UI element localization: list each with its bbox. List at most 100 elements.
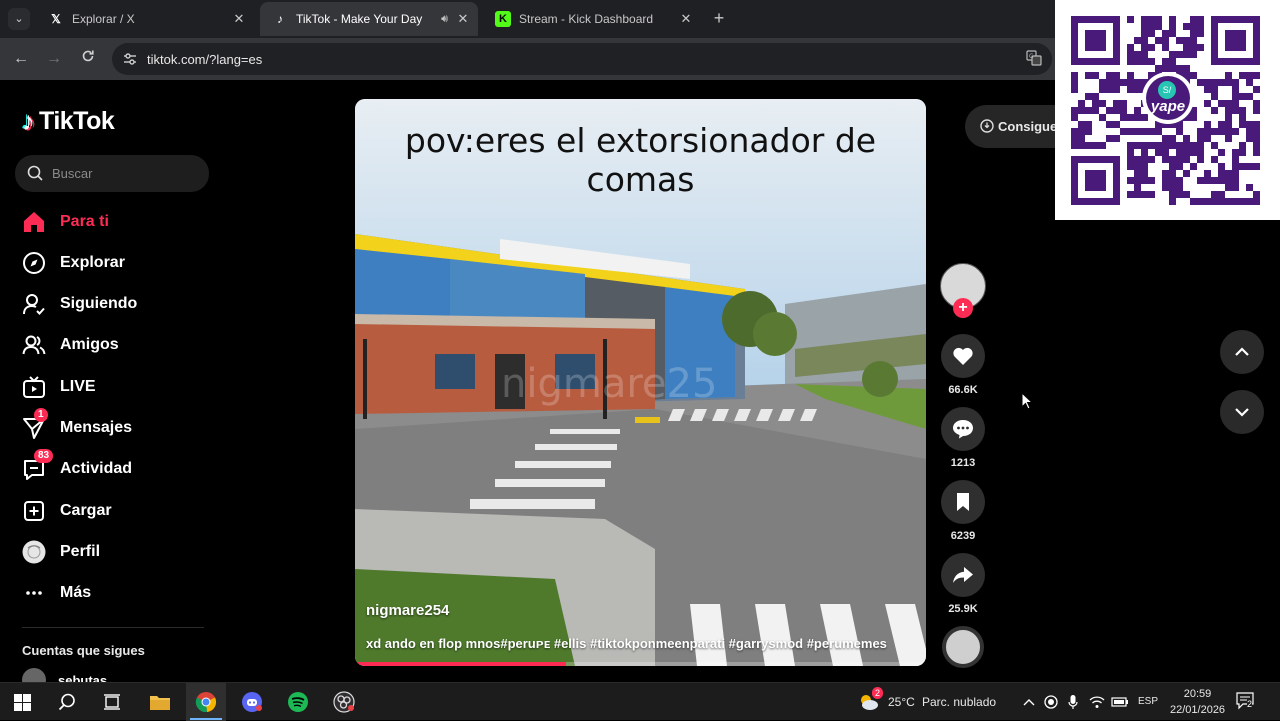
sidebar-item-amigos[interactable]: Amigos <box>22 331 119 359</box>
battery-icon[interactable] <box>1108 683 1132 721</box>
taskbar-chrome[interactable] <box>186 683 226 721</box>
system-clock[interactable]: 20:59 22/01/2026 <box>1170 686 1225 718</box>
address-bar[interactable]: tiktok.com/?lang=es G <box>112 43 1052 75</box>
comment-icon <box>941 407 985 451</box>
taskbar-file-explorer[interactable] <box>140 683 180 721</box>
windows-taskbar: 2 25°C Parc. nublado ESP 20:59 22/01/202… <box>0 682 1280 721</box>
weather-description[interactable]: Parc. nublado <box>922 683 996 721</box>
wifi-icon[interactable] <box>1086 683 1108 721</box>
sidebar-item-cargar[interactable]: Cargar <box>22 497 112 525</box>
sidebar-item-explorar[interactable]: Explorar <box>22 249 125 277</box>
get-app-label: Consigue <box>998 119 1058 134</box>
start-button[interactable] <box>2 683 42 721</box>
compass-icon <box>22 251 46 275</box>
task-view-icon <box>104 694 120 710</box>
taskbar-discord[interactable] <box>232 683 272 721</box>
kick-logo-icon: K <box>495 11 511 27</box>
sidebar-item-actividad[interactable]: 83 Actividad <box>22 449 132 483</box>
like-button[interactable]: 66.6K <box>941 334 985 396</box>
notification-count: 2 <box>1247 699 1253 709</box>
tab-title: Stream - Kick Dashboard <box>519 12 654 26</box>
chrome-icon <box>195 692 217 713</box>
reload-icon[interactable] <box>77 48 99 70</box>
sidebar-item-mas[interactable]: Más <box>22 579 91 607</box>
taskbar-search-button[interactable] <box>47 683 87 721</box>
following-section-title: Cuentas que sigues <box>22 643 145 658</box>
app-icon <box>980 119 994 133</box>
bookmark-icon <box>941 480 985 524</box>
taskbar-spotify[interactable] <box>278 683 318 721</box>
comment-count: 1213 <box>950 457 976 469</box>
forward-icon[interactable]: → <box>43 48 65 70</box>
obs-icon <box>333 691 355 713</box>
tab-title: TikTok - Make Your Day <box>296 12 423 26</box>
clock-date: 22/01/2026 <box>1170 704 1226 716</box>
taskbar-obs[interactable] <box>324 683 364 721</box>
notification-center-button[interactable]: 2 <box>1236 692 1256 715</box>
x-logo-icon: 𝕏 <box>51 12 61 26</box>
save-button[interactable]: 6239 <box>941 480 985 542</box>
translate-icon[interactable]: G <box>1026 50 1042 69</box>
share-button[interactable]: 25.9K <box>941 553 985 615</box>
clock-time: 20:59 <box>1183 688 1212 700</box>
tab-x[interactable]: 𝕏 Explorar / X ✕ <box>36 2 254 36</box>
task-view-button[interactable] <box>92 683 132 721</box>
share-icon <box>941 553 985 597</box>
home-icon <box>22 210 46 234</box>
new-tab-button[interactable]: + <box>708 8 730 29</box>
like-count: 66.6K <box>948 384 978 396</box>
spotify-icon <box>288 692 308 712</box>
tab-title: Explorar / X <box>72 12 135 26</box>
close-tab-icon[interactable]: ✕ <box>677 11 695 27</box>
sidebar-item-label: Siguiendo <box>60 295 138 312</box>
record-icon[interactable] <box>1040 683 1062 721</box>
follow-button[interactable]: + <box>953 298 973 318</box>
activity-icon: 83 <box>22 449 54 481</box>
mouse-cursor-icon <box>1021 391 1034 415</box>
video-author[interactable]: nigmare254 <box>366 602 449 619</box>
speaker-icon[interactable]: 🔊︎ <box>441 13 448 26</box>
weather-temperature[interactable]: 25°C <box>888 683 915 721</box>
site-settings-icon[interactable] <box>122 51 138 67</box>
weather-widget-icon[interactable]: 2 <box>852 683 886 721</box>
sidebar-item-siguiendo[interactable]: Siguiendo <box>22 290 137 318</box>
music-disc-icon[interactable] <box>942 626 984 668</box>
tiktok-logo[interactable]: ♪ TikTok <box>22 106 115 137</box>
comment-button[interactable]: 1213 <box>941 407 985 469</box>
sidebar-item-label: Perfil <box>60 543 101 560</box>
more-icon <box>22 581 46 605</box>
tiktok-note-icon: ♪ <box>22 106 35 136</box>
previous-video-button[interactable] <box>1220 330 1264 374</box>
sidebar-item-perfil[interactable]: Perfil <box>22 538 100 566</box>
sidebar-item-mensajes[interactable]: 1 Mensajes <box>22 408 132 442</box>
activity-badge: 83 <box>34 449 54 463</box>
share-count: 25.9K <box>948 603 978 615</box>
tab-tiktok[interactable]: ♪ TikTok - Make Your Day 🔊︎ ✕ <box>260 2 478 36</box>
sidebar-item-label: Explorar <box>60 254 125 271</box>
language-indicator[interactable]: ESP <box>1138 683 1158 721</box>
sidebar-item-label: LIVE <box>60 378 96 395</box>
sidebar-divider <box>22 627 204 628</box>
weather-badge: 2 <box>872 687 884 699</box>
yape-logo-text: yape <box>1150 98 1186 115</box>
tab-search-button[interactable]: ⌄ <box>8 8 30 30</box>
save-count: 6239 <box>950 530 976 542</box>
video-progress-bar[interactable] <box>355 662 926 666</box>
video-player[interactable]: pov:eres el extorsionador de comas nigma… <box>355 99 926 666</box>
tray-overflow-icon[interactable] <box>1018 683 1040 721</box>
close-tab-icon[interactable]: ✕ <box>230 11 248 27</box>
tiktok-logo-icon: ♪ <box>277 12 283 26</box>
profile-avatar <box>22 540 46 564</box>
upload-icon <box>22 499 46 523</box>
sidebar-item-live[interactable]: LIVE <box>22 373 96 401</box>
messages-badge: 1 <box>34 408 48 422</box>
tab-kick[interactable]: K Stream - Kick Dashboard ✕ <box>483 2 701 36</box>
microphone-icon[interactable] <box>1062 683 1084 721</box>
search-input[interactable]: Buscar <box>15 155 209 192</box>
close-tab-icon[interactable]: ✕ <box>454 11 472 27</box>
next-video-button[interactable] <box>1220 390 1264 434</box>
search-icon <box>58 693 75 711</box>
back-icon[interactable]: ← <box>10 48 32 70</box>
video-description[interactable]: xd ando en flop mnos#peruᴘᴇ #ellis #tikt… <box>366 636 887 651</box>
sidebar-item-para-ti[interactable]: Para ti <box>22 208 109 236</box>
